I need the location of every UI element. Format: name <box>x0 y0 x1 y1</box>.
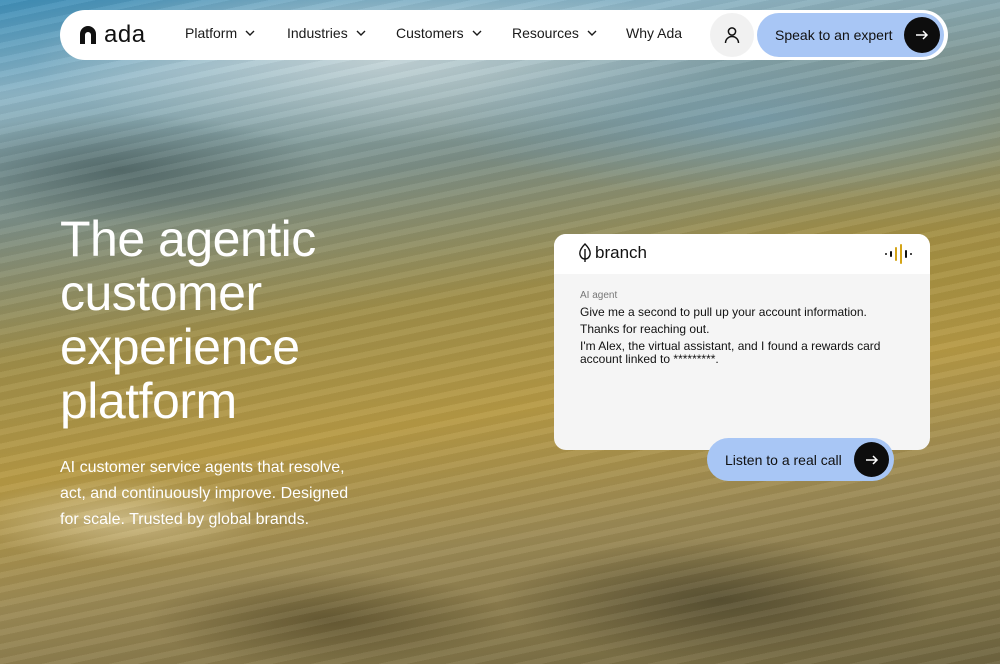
chevron-down-icon <box>587 30 597 36</box>
nav-why-ada[interactable]: Why Ada <box>626 25 682 41</box>
nav-platform-label: Platform <box>185 25 238 41</box>
hero-subtitle: AI customer service agents that resolve,… <box>60 459 349 528</box>
cta-label: Speak to an expert <box>775 27 893 43</box>
nav-resources[interactable]: Resources <box>512 25 597 41</box>
chevron-down-icon <box>472 30 482 36</box>
nav-resources-label: Resources <box>512 25 579 41</box>
nav-customers[interactable]: Customers <box>396 25 482 41</box>
speaker-label: AI agent <box>580 290 618 301</box>
nav-customers-label: Customers <box>396 25 464 41</box>
transcript-line: Give me a second to pull up your account… <box>580 305 867 319</box>
account-button[interactable] <box>710 13 754 57</box>
user-icon <box>724 27 740 44</box>
branch-brand-text: branch <box>595 243 647 262</box>
logo-text: ada <box>104 21 146 48</box>
ada-logo-icon <box>80 26 96 44</box>
transcript: Give me a second to pull up your account… <box>580 306 900 370</box>
branch-logo: branch <box>578 243 647 263</box>
ada-logo[interactable]: ada <box>78 23 146 47</box>
audio-waveform-icon <box>885 244 912 264</box>
listen-label: Listen to a real call <box>725 451 842 468</box>
nav-why-ada-label: Why Ada <box>626 25 683 41</box>
chevron-down-icon <box>245 30 255 36</box>
listen-to-call-button[interactable]: Listen to a real call <box>707 438 894 481</box>
nav-platform[interactable]: Platform <box>185 25 255 41</box>
nav-industries-label: Industries <box>287 25 348 41</box>
leaf-icon <box>579 243 591 262</box>
card-header: branch <box>554 234 930 274</box>
demo-chat-card: branch AI agent Give me a second to pull… <box>554 234 930 450</box>
speak-to-expert-button[interactable]: Speak to an expert <box>757 13 944 57</box>
arrow-right-icon <box>854 442 889 477</box>
arrow-right-icon <box>904 17 940 53</box>
hero-title: The agentic customer experience platform <box>60 211 316 429</box>
transcript-line: Thanks for reaching out. <box>580 322 710 336</box>
chevron-down-icon <box>356 30 366 36</box>
transcript-line: I'm Alex, the virtual assistant, and I f… <box>580 339 881 366</box>
top-nav: ada Platform Industries Customers Resour… <box>60 10 948 60</box>
nav-industries[interactable]: Industries <box>287 25 366 41</box>
